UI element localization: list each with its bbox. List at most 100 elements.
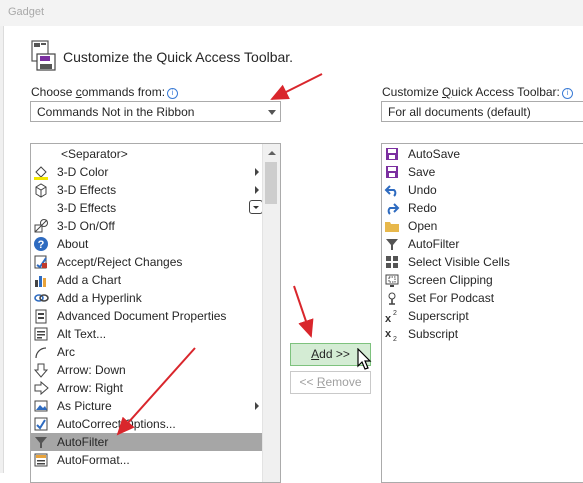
list-item-add-a-hyperlink[interactable]: Add a Hyperlink [31, 289, 263, 307]
list-item-as-picture[interactable]: As Picture [31, 397, 263, 415]
split-dropdown-icon[interactable] [249, 200, 263, 214]
remove-button-pre: << [299, 375, 317, 389]
remove-button[interactable]: << Remove [290, 371, 371, 394]
commands-from-dropdown[interactable]: Commands Not in the Ribbon [30, 101, 281, 122]
save-icon [386, 166, 398, 178]
list-item-separator[interactable]: <Separator> [31, 145, 263, 163]
podcast-icon [388, 292, 396, 305]
list-item-undo[interactable]: Undo [382, 181, 583, 199]
page-title: Customize the Quick Access Toolbar. [63, 49, 294, 65]
info-icon[interactable]: i [561, 88, 573, 99]
remove-button-rest: emove [325, 375, 362, 389]
autocorrect-icon [34, 417, 48, 431]
toolbar-commands-list[interactable]: x 2 Subscript x 2 Superscript Set For Podcast S… [381, 143, 583, 483]
list-item-label: 3-D Effects [57, 201, 117, 215]
list-item-label: AutoFilter [57, 435, 109, 449]
list-item-3-d-color[interactable]: 3-D Color [31, 163, 263, 181]
list-item-screen-clipping[interactable]: Screen Clipping [382, 271, 583, 289]
list-item-subscript[interactable]: x 2 Subscript [382, 325, 583, 343]
remove-button-key: R [316, 375, 326, 389]
list-item-label: Accept/Reject Changes [57, 255, 183, 269]
list-item-alt-text[interactable]: Alt Text... [31, 325, 263, 343]
list-item-label: Select Visible Cells [408, 255, 510, 269]
list-item-label: AutoCorrect Options... [57, 417, 176, 431]
list-item-label: Undo [408, 183, 437, 197]
list-item-label: Alt Text... [57, 327, 107, 341]
picture-icon [34, 400, 48, 412]
list-item-arrow-down[interactable]: Arrow: Down [31, 361, 263, 379]
list-item-label: Arrow: Down [57, 363, 126, 377]
screen-clipping-icon [385, 274, 399, 287]
list-item-label: AutoFormat... [57, 453, 130, 467]
list-item-label: Subscript [408, 327, 459, 341]
list-item-add-a-chart[interactable]: Add a Chart [31, 271, 263, 289]
window-title: Gadget [8, 6, 45, 18]
svg-text:x: x [385, 313, 392, 324]
select-cells-icon [386, 256, 398, 268]
properties-icon [35, 309, 47, 324]
list-item-label: Redo [408, 201, 437, 215]
customize-qat-label-pre: Customize [382, 85, 443, 99]
commands-list-scrollbar[interactable] [262, 144, 280, 482]
list-item-autosave[interactable]: AutoSave [382, 145, 583, 163]
help-circle-icon: ? [34, 237, 48, 251]
list-item-about[interactable]: ? About [31, 235, 263, 253]
list-item-label: AutoSave [408, 147, 461, 161]
list-item-3-d-on-off[interactable]: 3-D On/Off [31, 217, 263, 235]
list-item-label: Add a Chart [57, 273, 122, 287]
bar-chart-icon [35, 276, 46, 287]
list-item-autoformat[interactable]: AutoFormat... [31, 451, 263, 469]
list-item-autofilter[interactable]: AutoFilter [31, 433, 263, 451]
filter-icon [35, 437, 47, 448]
list-item-label: <Separator> [61, 147, 128, 161]
list-item-save[interactable]: Save [382, 163, 583, 181]
quick-access-toolbar-icon [31, 40, 56, 71]
info-icon[interactable]: i [167, 88, 179, 99]
paint-bucket-icon [34, 166, 48, 180]
commands-list[interactable]: AutoFormat... AutoFilter AutoCorrect Optio… [30, 143, 281, 483]
scroll-thumb[interactable] [265, 162, 277, 204]
undo-icon [384, 185, 397, 197]
choose-commands-label-pre: Choose [31, 85, 76, 99]
mouse-cursor-icon [357, 348, 372, 370]
list-item-label: About [57, 237, 89, 251]
chevron-down-icon[interactable] [268, 110, 276, 115]
chevron-right-icon [255, 402, 259, 410]
track-changes-icon [34, 255, 47, 269]
list-item-label: Arrow: Right [57, 381, 124, 395]
list-item-label: Save [408, 165, 436, 179]
cube-icon [35, 183, 47, 198]
list-item-select-visible-cells[interactable]: Select Visible Cells [382, 253, 583, 271]
customize-qat-label-key: Q [442, 85, 452, 99]
list-item-accept-reject-changes[interactable]: Accept/Reject Changes [31, 253, 263, 271]
list-item-label: Set For Podcast [408, 291, 495, 305]
chevron-right-icon [255, 186, 259, 194]
list-item-3-d-effects[interactable]: 3-D Effects [31, 181, 263, 199]
arrow-down-icon [33, 363, 49, 378]
list-item-label: AutoFilter [408, 237, 460, 251]
list-item-advanced-document-properties[interactable]: Advanced Document Properties [31, 307, 263, 325]
list-item-autocorrect-options[interactable]: AutoCorrect Options... [31, 415, 263, 433]
hyperlink-icon [34, 294, 49, 302]
list-item-set-for-podcast[interactable]: Set For Podcast [382, 289, 583, 307]
folder-icon [385, 222, 399, 232]
chevron-right-icon [255, 168, 259, 176]
arrow-right-icon [34, 380, 49, 396]
qat-scope-dropdown[interactable]: For all documents (default) [381, 101, 583, 122]
list-item-redo[interactable]: Redo [382, 199, 583, 217]
list-item-autofilter[interactable]: AutoFilter [382, 235, 583, 253]
list-item-label: As Picture [57, 399, 112, 413]
list-item-arrow-right[interactable]: Arrow: Right [31, 379, 263, 397]
list-item-label: Add a Hyperlink [57, 291, 142, 305]
nav-pane-edge [0, 26, 4, 473]
svg-text:2: 2 [393, 336, 397, 342]
list-item-superscript[interactable]: x 2 Superscript [382, 307, 583, 325]
list-item-open[interactable]: Open [382, 217, 583, 235]
list-item-arc[interactable]: Arc [31, 343, 263, 361]
scroll-up-button[interactable] [264, 145, 279, 161]
list-item-label: 3-D On/Off [57, 219, 115, 233]
subscript-icon: x2 [385, 328, 397, 342]
superscript-icon: x2 [385, 310, 397, 324]
autosave-icon [386, 148, 398, 160]
list-item-3-d-effects[interactable]: 3-D Effects [31, 199, 263, 217]
